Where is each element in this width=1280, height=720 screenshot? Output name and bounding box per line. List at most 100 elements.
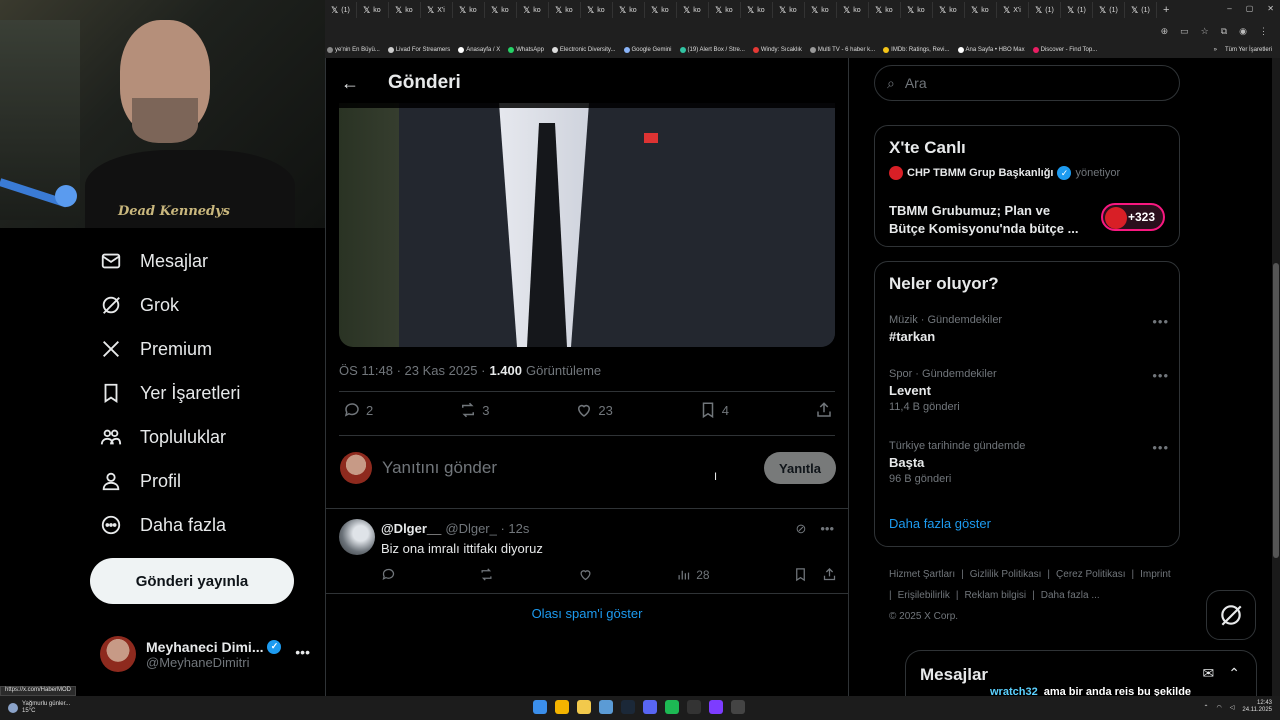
spotify-icon[interactable] <box>665 700 679 714</box>
more-dots-icon[interactable]: ••• <box>820 521 834 537</box>
browser-tab[interactable]: 𝕏ko <box>551 2 581 18</box>
browser-tab[interactable]: 𝕏ko <box>647 2 677 18</box>
bookmark-item[interactable]: Livad For Streamers <box>387 47 450 53</box>
browser-tab[interactable]: 𝕏 X'i <box>999 2 1029 18</box>
more-dots-icon[interactable]: ••• <box>1152 368 1169 383</box>
more-dots-icon[interactable]: ••• <box>1152 440 1169 455</box>
footer-link[interactable]: Hizmet Şartları <box>889 569 955 580</box>
bookmark-item[interactable]: Multi TV - 6 haber k... <box>809 47 875 53</box>
search-input[interactable]: ⌕ Ara <box>874 65 1180 101</box>
reply-post[interactable]: @Dlger__ @Dlger_ · 12s ⊘ ••• Biz ona imr… <box>326 508 848 594</box>
footer-link[interactable]: © 2025 X Corp. <box>889 611 958 622</box>
close-window-icon[interactable]: ✕ <box>1267 4 1274 13</box>
browser-tab[interactable]: 𝕏ko <box>615 2 645 18</box>
weather-widget[interactable]: Yağmurlu günler... 15°C <box>8 701 70 715</box>
more-dots-icon[interactable]: ••• <box>1152 314 1169 329</box>
trend-item[interactable]: Spor · Gündemdekiler Levent 11,4 B gönderi… <box>889 368 1169 413</box>
browser-tab[interactable]: 𝕏 X'i <box>423 2 453 18</box>
profile-icon[interactable]: ◉ <box>1239 26 1247 37</box>
post-button[interactable]: Gönderi yayınla <box>90 558 294 604</box>
reply-author-name[interactable]: @Dlger__ <box>381 521 441 536</box>
browser-tab[interactable]: 𝕏 (1) <box>1063 2 1093 18</box>
minimize-icon[interactable]: – <box>1227 4 1231 13</box>
chrome-icon[interactable] <box>555 700 569 714</box>
bookmark-item[interactable]: Electronic Diversity... <box>551 47 616 53</box>
cast-icon[interactable]: ▭ <box>1180 26 1189 37</box>
nav-item-yer-i̇şaretleri[interactable]: Yer İşaretleri <box>100 382 240 404</box>
back-arrow-icon[interactable]: ← <box>338 71 362 95</box>
grok-icon[interactable]: ⊘ <box>795 521 806 537</box>
browser-tab[interactable]: 𝕏ko <box>743 2 773 18</box>
share-action[interactable] <box>815 401 833 419</box>
app-icon[interactable] <box>731 700 745 714</box>
bookmark-action[interactable] <box>793 567 808 582</box>
repost-action[interactable]: 3 <box>459 401 489 419</box>
steam-icon[interactable] <box>621 700 635 714</box>
bookmark-action[interactable]: 4 <box>699 401 729 419</box>
app-icon[interactable] <box>599 700 613 714</box>
zoom-icon[interactable]: ⊕ <box>1161 26 1169 37</box>
new-tab-icon[interactable]: + <box>1163 4 1169 16</box>
reply-input[interactable]: Yanıtını gönder <box>382 458 764 478</box>
browser-tab[interactable]: 𝕏ko <box>455 2 485 18</box>
browser-tab[interactable]: 𝕏ko <box>807 2 837 18</box>
browser-tab[interactable]: 𝕏ko <box>519 2 549 18</box>
nav-item-profil[interactable]: Profil <box>100 470 181 492</box>
browser-tab[interactable]: 𝕏ko <box>359 2 389 18</box>
clock[interactable]: 12:43 24.11.2025 <box>1242 700 1272 714</box>
discord-icon[interactable] <box>643 700 657 714</box>
bookmark-item[interactable]: Anasayfa / X <box>458 47 500 53</box>
bookmark-item[interactable]: WhatsApp <box>508 47 544 53</box>
speaker-icon[interactable]: ◁ <box>1230 704 1235 711</box>
extensions-icon[interactable]: ⧉ <box>1221 26 1227 37</box>
browser-tab[interactable]: 𝕏ko <box>935 2 965 18</box>
browser-tab[interactable]: 𝕏ko <box>903 2 933 18</box>
bookmark-item[interactable]: Google Gemini <box>623 47 672 53</box>
browser-tab[interactable]: 𝕏 (1) <box>1095 2 1125 18</box>
browser-tab[interactable]: 𝕏ko <box>679 2 709 18</box>
bookmark-item[interactable]: Discover - Find Top... <box>1032 47 1097 53</box>
show-more-link[interactable]: Daha fazla göster <box>889 516 991 531</box>
browser-tab[interactable]: 𝕏 (1) <box>1031 2 1061 18</box>
tray-arrow-icon[interactable]: ⌃ <box>1204 704 1209 711</box>
new-message-icon[interactable]: ✉ <box>1203 665 1215 682</box>
footer-link[interactable]: Reklam bilgisi <box>964 590 1026 601</box>
live-card[interactable]: X'te Canlı CHP TBMM Grup Başkanlığı ✓ yö… <box>874 125 1180 247</box>
footer-link[interactable]: Imprint <box>1140 569 1171 580</box>
bookmark-item[interactable]: IMDb: Ratings, Revi... <box>883 47 950 53</box>
app-icon[interactable] <box>709 700 723 714</box>
windows-start-icon[interactable] <box>533 700 547 714</box>
reply-action[interactable]: 2 <box>343 401 373 419</box>
browser-tab[interactable]: 𝕏ko <box>711 2 741 18</box>
scrollbar[interactable] <box>1272 58 1280 696</box>
epic-games-icon[interactable] <box>687 700 701 714</box>
browser-tab[interactable]: 𝕏ko <box>487 2 517 18</box>
browser-tab[interactable]: 𝕏ko <box>583 2 613 18</box>
bookmarks-overflow-icon[interactable]: » <box>1214 47 1217 53</box>
footer-link[interactable]: Daha fazla ... <box>1041 590 1100 601</box>
browser-tab[interactable]: 𝕏 (1) <box>327 2 357 18</box>
post-timestamp[interactable]: ÖS 11:48 · 23 Kas 2025 · <box>339 363 485 378</box>
nav-item-daha-fazla[interactable]: Daha fazla <box>100 514 226 536</box>
nav-item-topluluklar[interactable]: Topluluklar <box>100 426 226 448</box>
share-action[interactable] <box>822 567 837 582</box>
more-dots-icon[interactable]: ••• <box>295 644 310 660</box>
browser-tab[interactable]: 𝕏ko <box>775 2 805 18</box>
footer-link[interactable]: Çerez Politikası <box>1056 569 1125 580</box>
browser-tab[interactable]: 𝕏ko <box>967 2 997 18</box>
reply-author-handle[interactable]: @Dlger_ · 12s <box>445 521 529 536</box>
views-action[interactable]: 28 <box>676 567 710 582</box>
browser-menu-icon[interactable]: ⋮ <box>1259 26 1268 37</box>
trend-item[interactable]: Türkiye tarihinde gündemde Başta 96 B gönd… <box>889 440 1169 485</box>
bookmark-item[interactable]: ye'nin En Büyü... <box>327 47 380 53</box>
expand-chevron-icon[interactable]: ⌃ <box>1228 665 1240 682</box>
maximize-icon[interactable]: ▢ <box>1246 4 1254 13</box>
trend-item[interactable]: Müzik · Gündemdekiler #tarkan ••• <box>889 314 1169 344</box>
bookmark-item[interactable]: (19) Alert Box / Stre... <box>679 47 745 53</box>
reply-submit-button[interactable]: Yanıtla <box>764 452 836 484</box>
like-action[interactable]: 23 <box>575 401 613 419</box>
nav-item-mesajlar[interactable]: Mesajlar <box>100 250 208 272</box>
browser-tab[interactable]: 𝕏ko <box>391 2 421 18</box>
post-image[interactable] <box>339 103 835 347</box>
avatar[interactable] <box>339 519 375 555</box>
